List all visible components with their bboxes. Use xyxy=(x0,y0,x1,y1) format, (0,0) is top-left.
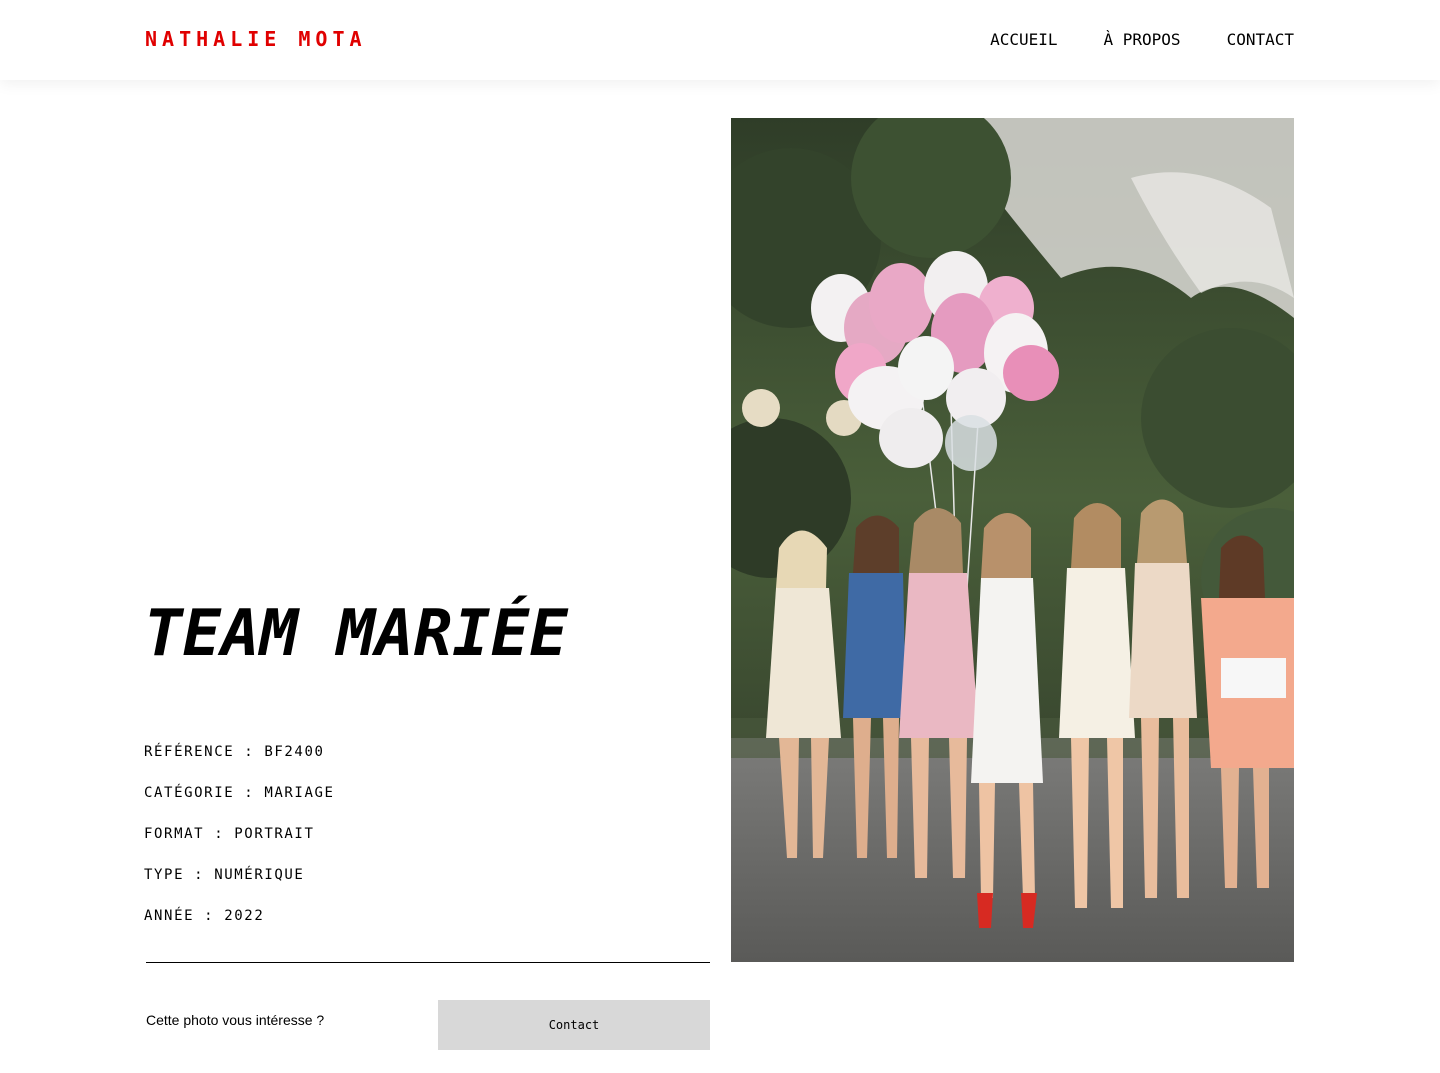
meta-year: ANNÉE : 2022 xyxy=(144,908,265,924)
photo-bridesmaids-balloons-icon[interactable] xyxy=(731,118,1294,962)
interest-text: Cette photo vous intéresse ? xyxy=(146,1012,325,1028)
nav-accueil[interactable]: ACCUEIL xyxy=(990,30,1057,49)
meta-category: CATÉGORIE : MARIAGE xyxy=(144,785,335,801)
contact-button[interactable]: Contact xyxy=(438,1000,710,1050)
meta-format: FORMAT : PORTRAIT xyxy=(144,826,315,842)
site-header: NATHALIE MOTA ACCUEIL À PROPOS CONTACT xyxy=(0,0,1440,80)
nav-a-propos[interactable]: À PROPOS xyxy=(1104,30,1181,49)
nav-contact[interactable]: CONTACT xyxy=(1227,30,1294,49)
photo-title: TEAM MARIÉE xyxy=(144,597,568,671)
photo-illustration xyxy=(731,118,1294,962)
meta-reference: RÉFÉRENCE : BF2400 xyxy=(144,744,325,760)
main-nav: ACCUEIL À PROPOS CONTACT xyxy=(990,30,1294,49)
divider xyxy=(146,962,710,963)
photo-meta: RÉFÉRENCE : BF2400 CATÉGORIE : MARIAGE F… xyxy=(144,742,335,947)
site-logo[interactable]: NATHALIE MOTA xyxy=(145,27,367,51)
meta-type: TYPE : NUMÉRIQUE xyxy=(144,867,305,883)
